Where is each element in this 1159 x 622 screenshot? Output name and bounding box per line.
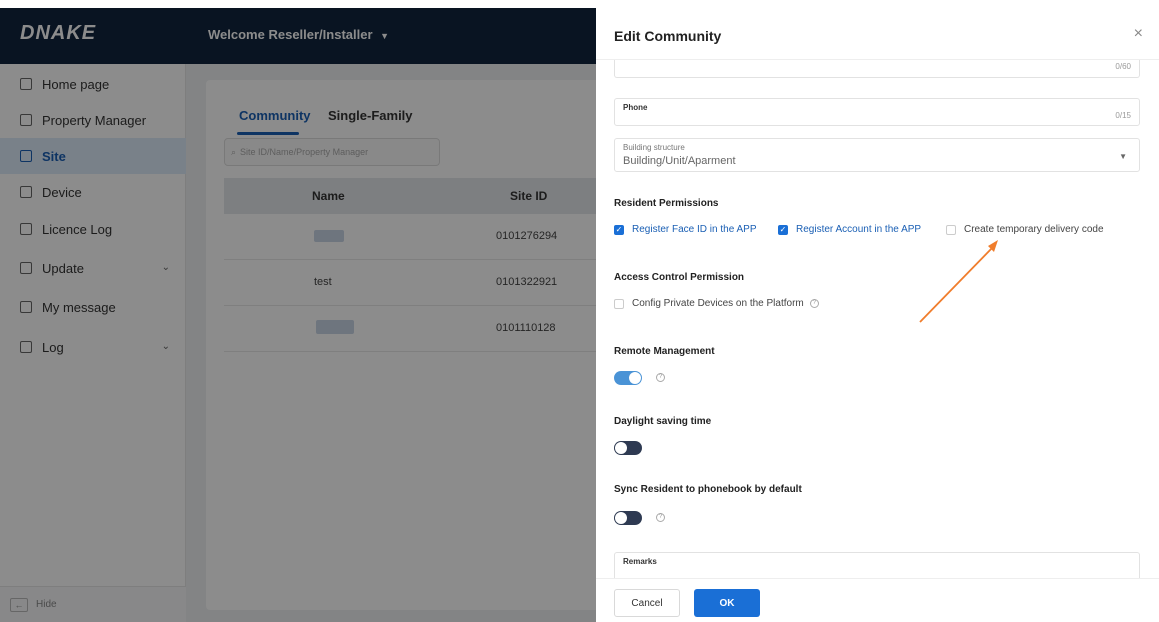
modal-overlay[interactable]: [0, 8, 596, 622]
edit-community-drawer: Edit Community × 0/60 Phone 0/15 Buildin…: [596, 8, 1159, 622]
annotation-arrow: [919, 240, 998, 323]
